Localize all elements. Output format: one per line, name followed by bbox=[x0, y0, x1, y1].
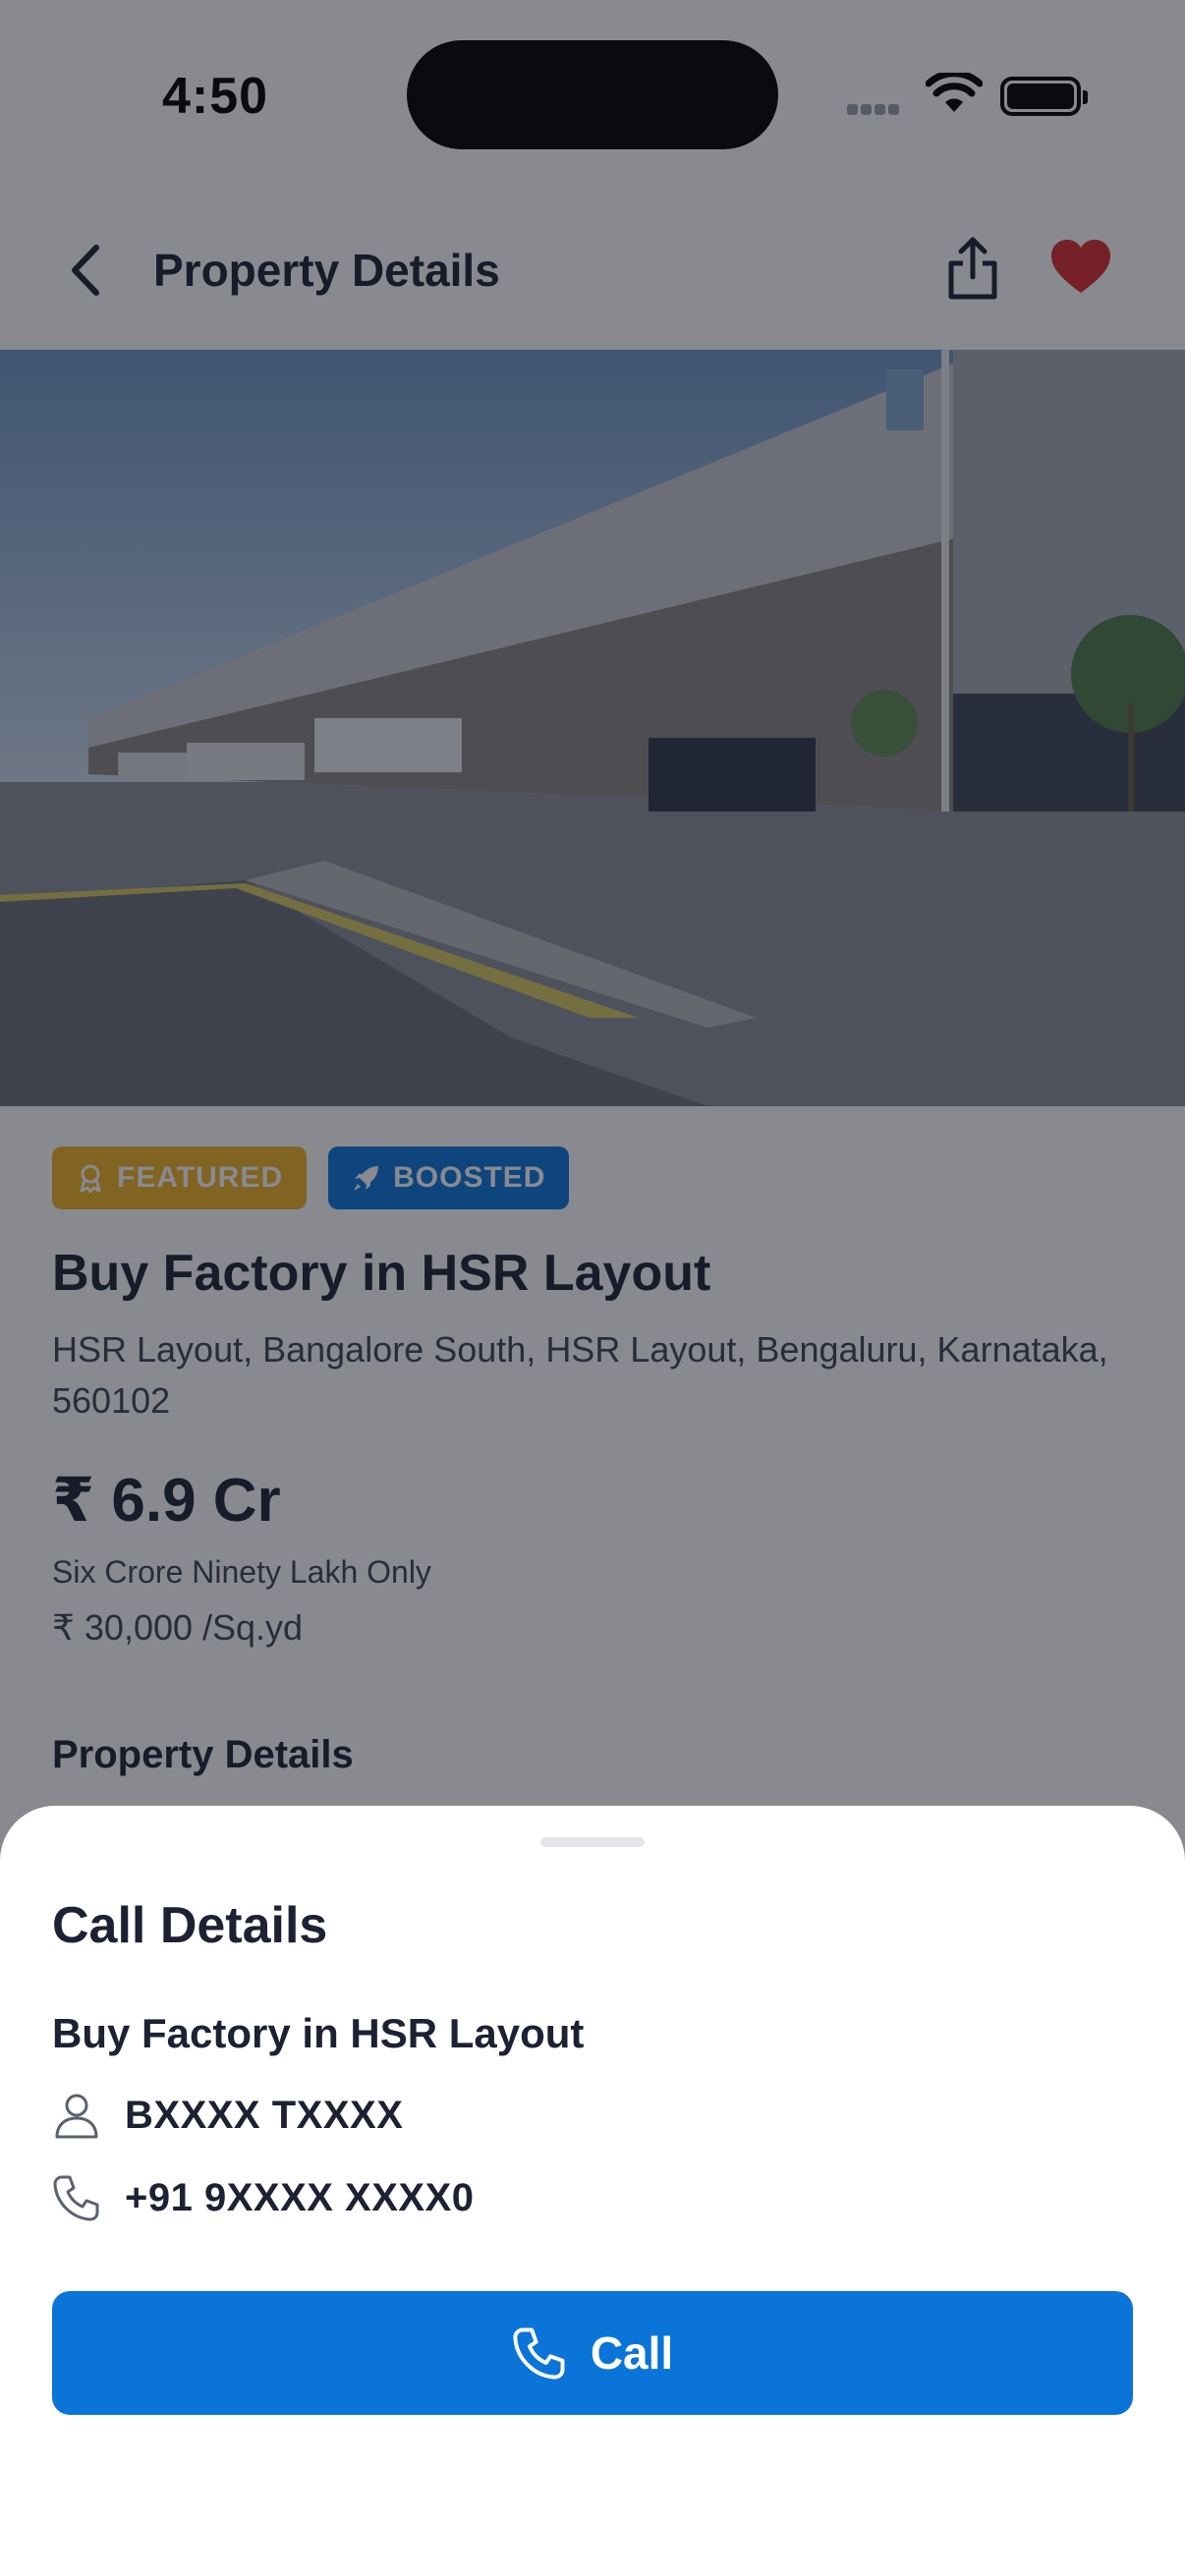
contact-name: BXXXX TXXXX bbox=[125, 2093, 404, 2137]
contact-name-row: BXXXX TXXXX bbox=[52, 2091, 403, 2140]
user-icon bbox=[55, 2094, 98, 2139]
contact-phone-row: +91 9XXXX XXXX0 bbox=[52, 2173, 475, 2222]
call-button[interactable]: Call bbox=[52, 2291, 1133, 2415]
call-button-label: Call bbox=[590, 2327, 674, 2379]
phone-icon bbox=[513, 2327, 565, 2380]
phone-icon bbox=[53, 2175, 99, 2221]
contact-phone: +91 9XXXX XXXX0 bbox=[125, 2175, 475, 2219]
call-details-sheet: Call Details Buy Factory in HSR Layout B… bbox=[0, 1806, 1185, 2576]
sheet-title: Call Details bbox=[52, 1897, 328, 1954]
sheet-grabber[interactable] bbox=[540, 1837, 645, 1847]
sheet-property-title: Buy Factory in HSR Layout bbox=[52, 2010, 585, 2056]
